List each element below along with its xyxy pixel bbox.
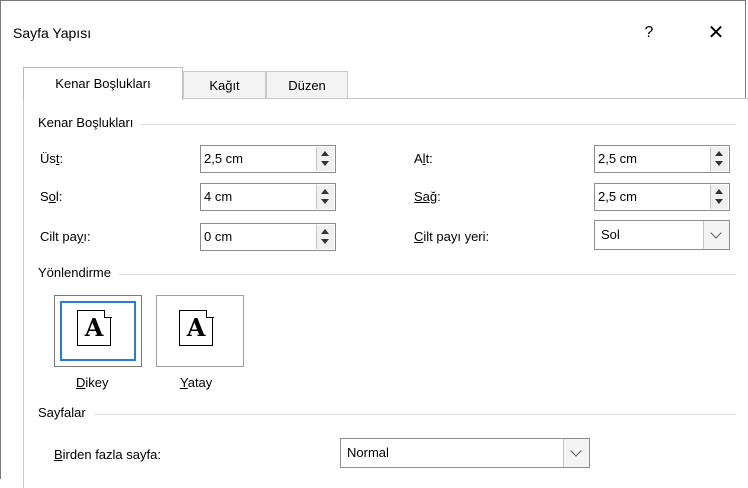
multiple-pages-select[interactable]: Normal <box>340 438 590 468</box>
section-divider <box>38 274 736 275</box>
margins-section-title: Kenar Boşlukları <box>38 115 142 130</box>
landscape-label: Yatay <box>180 375 213 390</box>
landscape-orientation-button[interactable]: A <box>156 295 244 367</box>
portrait-label: Dikey <box>76 375 109 390</box>
gutter-value: 0 cm <box>204 229 233 244</box>
portrait-page-icon: A <box>77 309 112 346</box>
multiple-pages-value: Normal <box>347 445 389 460</box>
chevron-down-icon <box>710 227 722 239</box>
margins-panel: Kenar Boşlukları Üst: 2,5 cm Alt: 2,5 cm… <box>23 98 748 488</box>
gutter-position-dropdown-button[interactable] <box>703 221 729 249</box>
tab-margins[interactable]: Kenar Boşlukları <box>23 67 183 100</box>
help-button[interactable]: ? <box>637 19 661 47</box>
pages-section-title: Sayfalar <box>38 405 94 420</box>
top-margin-spinner[interactable]: 2,5 cm <box>200 145 336 173</box>
landscape-page-icon: A <box>179 309 214 346</box>
multiple-pages-dropdown-button[interactable] <box>563 439 589 467</box>
section-divider <box>38 414 736 415</box>
left-margin-value: 4 cm <box>204 189 233 204</box>
left-margin-label: Sol: <box>40 189 63 204</box>
tab-paper[interactable]: Kağıt <box>183 71 266 98</box>
right-margin-label: Sağ: <box>414 189 441 204</box>
spin-down-icon[interactable] <box>321 239 329 244</box>
orientation-section-title: Yönlendirme <box>38 265 119 280</box>
chevron-down-icon <box>570 445 582 457</box>
bottom-margin-spinner[interactable]: 2,5 cm <box>594 145 730 173</box>
dialog-title: Sayfa Yapısı <box>13 25 92 41</box>
gutter-label: Cilt payı: <box>40 229 91 244</box>
portrait-orientation-button[interactable]: A <box>54 295 142 367</box>
top-margin-label: Üst: <box>40 151 64 166</box>
spin-down-icon[interactable] <box>321 199 329 204</box>
title-bar: Sayfa Yapısı ? ✕ <box>1 1 745 57</box>
gutter-position-value: Sol <box>601 227 620 242</box>
spin-down-icon[interactable] <box>715 199 723 204</box>
gutter-spin-buttons[interactable] <box>316 225 334 249</box>
gutter-position-label: Cilt payı yeri: <box>414 229 490 244</box>
spin-down-icon[interactable] <box>715 161 723 166</box>
spin-down-icon[interactable] <box>321 161 329 166</box>
left-margin-spin-buttons[interactable] <box>316 185 334 209</box>
top-margin-value: 2,5 cm <box>204 151 244 166</box>
multiple-pages-label: Birden fazla sayfa: <box>54 447 161 462</box>
spin-up-icon[interactable] <box>321 229 329 234</box>
spin-up-icon[interactable] <box>715 189 723 194</box>
left-margin-spinner[interactable]: 4 cm <box>200 183 336 211</box>
right-margin-spin-buttons[interactable] <box>710 185 728 209</box>
close-button[interactable]: ✕ <box>701 19 731 47</box>
right-margin-spinner[interactable]: 2,5 cm <box>594 183 730 211</box>
tab-layout[interactable]: Düzen <box>266 71 348 98</box>
top-margin-spin-buttons[interactable] <box>316 147 334 171</box>
page-setup-dialog: Sayfa Yapısı ? ✕ Kenar Boşlukları Kağıt … <box>0 0 748 488</box>
gutter-position-select[interactable]: Sol <box>594 220 730 250</box>
bottom-margin-spin-buttons[interactable] <box>710 147 728 171</box>
spin-up-icon[interactable] <box>321 151 329 156</box>
bottom-margin-value: 2,5 cm <box>598 151 638 166</box>
right-margin-value: 2,5 cm <box>598 189 638 204</box>
section-divider <box>38 124 736 125</box>
spin-up-icon[interactable] <box>715 151 723 156</box>
gutter-spinner[interactable]: 0 cm <box>200 223 336 251</box>
spin-up-icon[interactable] <box>321 189 329 194</box>
bottom-margin-label: Alt: <box>414 151 433 166</box>
